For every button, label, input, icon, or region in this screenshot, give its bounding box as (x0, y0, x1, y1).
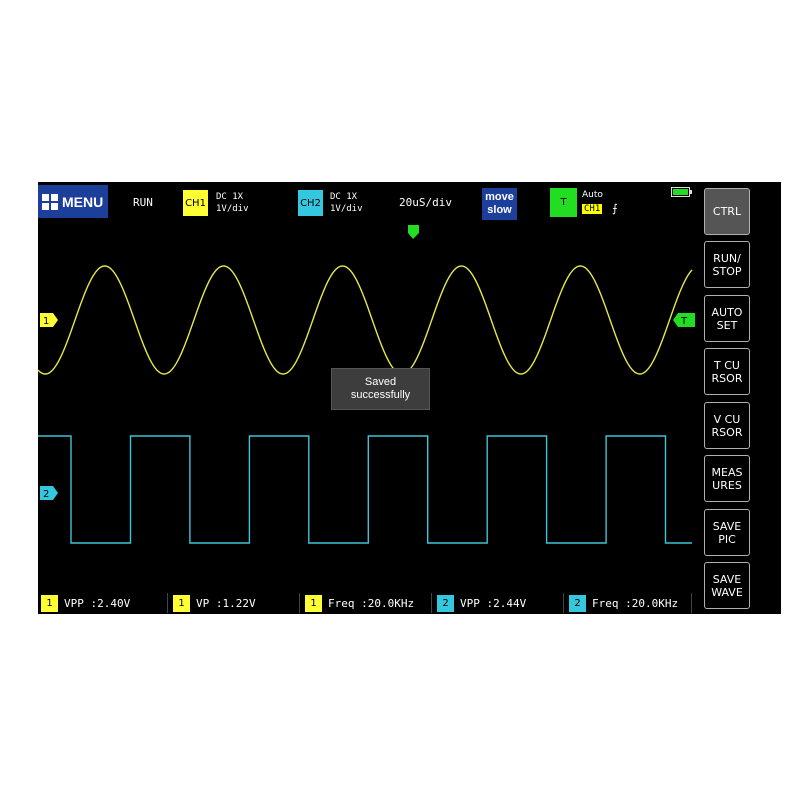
ctrl-button[interactable]: CTRL (704, 188, 750, 235)
ch1-marker-label: 1 (43, 316, 49, 327)
run-stop-button[interactable]: RUN/ STOP (704, 241, 750, 288)
ch2-marker-label: 2 (43, 489, 49, 500)
measurement-ch2-vpp: 2 VPP : 2.44V (434, 593, 564, 613)
save-wave-button[interactable]: SAVE WAVE (704, 562, 750, 609)
measurement-value: 1.22V (222, 596, 256, 610)
measurement-value: 2.44V (493, 596, 527, 610)
measurement-label: VP : (196, 596, 223, 610)
ch1-level-marker[interactable]: 1 (40, 313, 58, 327)
measurement-label: VPP : (64, 596, 98, 610)
measurement-value: 20.0KHz (631, 596, 679, 610)
ch1-chip: 1 (41, 594, 58, 612)
measurement-ch1-vpp: 1 VPP : 2.40V (38, 593, 168, 613)
measurement-label: VPP : (460, 596, 494, 610)
measurement-value: 2.40V (97, 596, 131, 610)
measurement-ch2-freq: 2 Freq : 20.0KHz (566, 593, 692, 613)
oscilloscope-screen: MENU RUN CH1 DC 1X 1V/div CH2 DC 1X 1V/d… (38, 182, 781, 614)
ch1-chip: 1 (173, 594, 190, 612)
toast-line2: successfully (350, 389, 411, 401)
trigger-level-marker[interactable]: T (673, 313, 695, 327)
trigger-marker-label: T (680, 316, 688, 327)
measurement-ch1-vp: 1 VP : 1.22V (170, 593, 300, 613)
measurement-label: Freq : (328, 596, 368, 610)
saved-toast: Saved successfully (331, 368, 430, 410)
measurement-ch1-freq: 1 Freq : 20.0KHz (302, 593, 432, 613)
measurement-value: 20.0KHz (367, 596, 415, 610)
ch2-level-marker[interactable]: 2 (40, 486, 58, 500)
ch2-chip: 2 (437, 594, 454, 612)
ch2-chip: 2 (569, 594, 586, 612)
t-cursor-button[interactable]: T CU RSOR (704, 348, 750, 395)
save-pic-button[interactable]: SAVE PIC (704, 509, 750, 556)
ch1-chip: 1 (305, 594, 322, 612)
auto-set-button[interactable]: AUTO SET (704, 295, 750, 342)
ch2-square-trace (38, 435, 692, 544)
v-cursor-button[interactable]: V CU RSOR (704, 402, 750, 449)
trigger-position-marker (408, 225, 419, 239)
measurement-label: Freq : (592, 596, 632, 610)
toast-line1: Saved (364, 376, 397, 388)
ch1-sine-trace (38, 265, 693, 375)
measures-button[interactable]: MEAS URES (704, 455, 750, 502)
